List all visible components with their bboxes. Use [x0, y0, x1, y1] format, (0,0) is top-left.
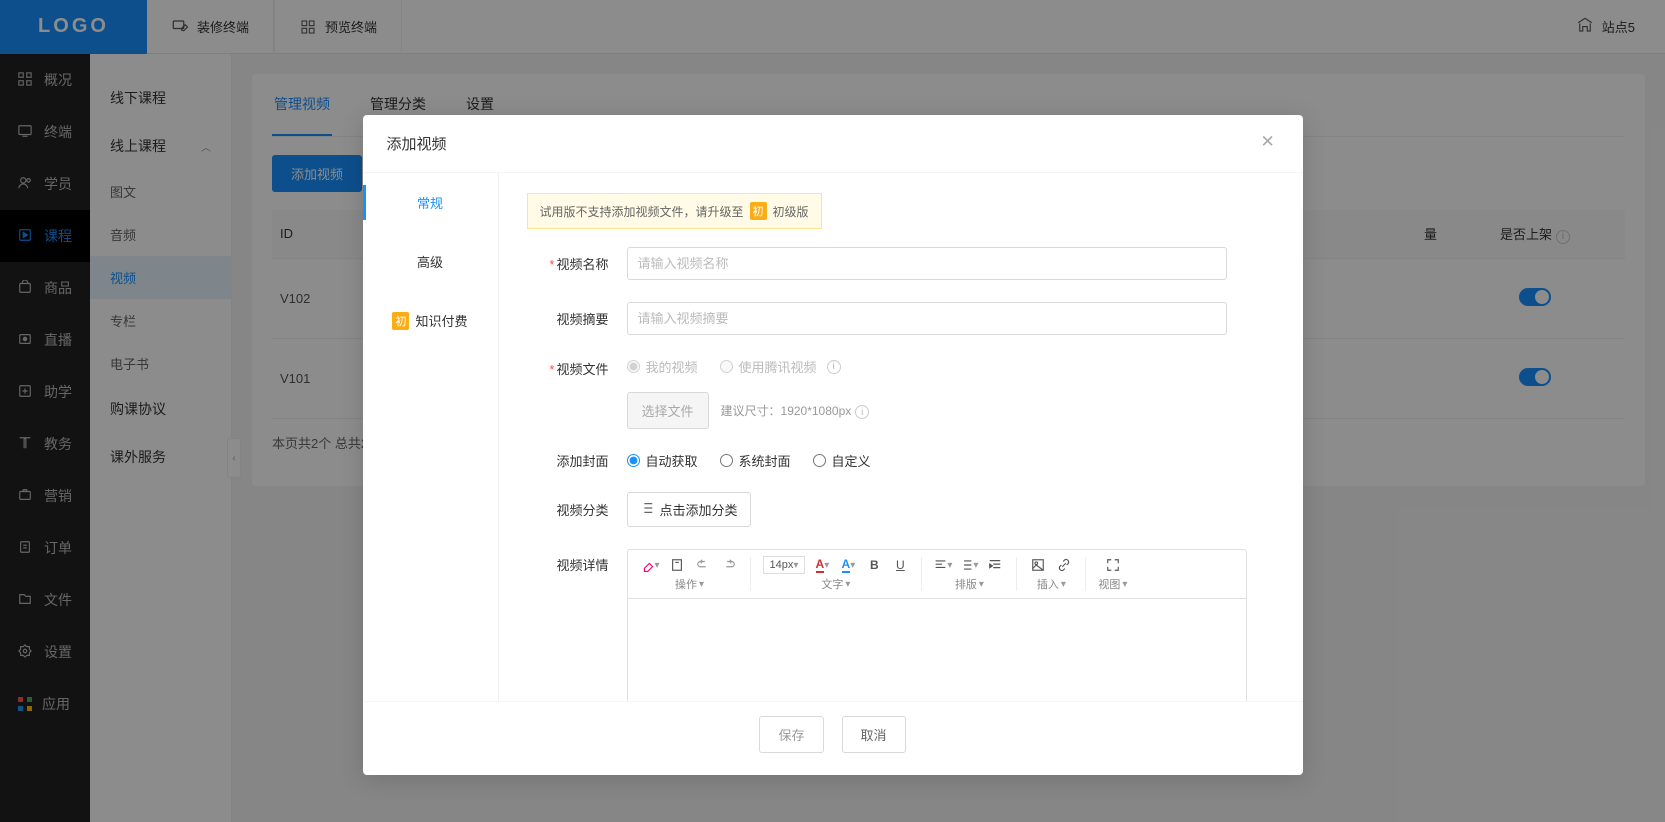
label-video-summary: 视频摘要: [527, 309, 627, 328]
paid-badge: 初: [392, 312, 409, 330]
text-color-icon[interactable]: A▾: [813, 556, 831, 574]
row-video-name: *视频名称: [527, 247, 1275, 280]
image-icon[interactable]: [1029, 556, 1047, 574]
row-cover: 添加封面 自动获取 系统封面 自定义: [527, 451, 1275, 470]
fullscreen-icon[interactable]: [1104, 556, 1122, 574]
modal-vertical-tabs: 常规 高级 初知识付费: [363, 173, 499, 701]
vtab-paid-label: 知识付费: [415, 311, 467, 330]
underline-icon[interactable]: U: [891, 556, 909, 574]
alert-badge: 初: [750, 202, 767, 220]
vtab-paid[interactable]: 初知识付费: [363, 291, 498, 350]
radio-cover-system[interactable]: 系统封面: [720, 451, 791, 470]
select-file-button[interactable]: 选择文件: [627, 392, 709, 429]
editor-group-insert: 插入▾: [1037, 576, 1066, 592]
editor-content[interactable]: [627, 599, 1247, 701]
upgrade-alert: 试用版不支持添加视频文件，请升级至 初 初级版: [527, 193, 822, 229]
toolbar-divider: [921, 557, 922, 591]
label-detail: 视频详情: [527, 549, 627, 574]
file-size-hint: 建议尺寸：1920*1080pxi: [721, 402, 870, 420]
alert-post: 初级版: [773, 203, 809, 220]
modal-overlay: 添加视频 ✕ 常规 高级 初知识付费 试用版不支持添加视频文件，请升级至 初 初…: [0, 0, 1665, 822]
fontsize-selector[interactable]: 14px ▾: [763, 556, 806, 574]
modal-header: 添加视频 ✕: [363, 115, 1303, 172]
cancel-button[interactable]: 取消: [842, 716, 906, 753]
video-name-input[interactable]: [627, 247, 1227, 280]
row-video-summary: 视频摘要: [527, 302, 1275, 335]
info-icon: i: [827, 360, 841, 374]
radio-cover-auto[interactable]: 自动获取: [627, 451, 698, 470]
toolbar-divider: [1016, 557, 1017, 591]
toolbar-divider: [1085, 557, 1086, 591]
row-category: 视频分类 点击添加分类: [527, 492, 1275, 527]
label-video-name: *视频名称: [527, 254, 627, 273]
add-video-modal: 添加视频 ✕ 常规 高级 初知识付费 试用版不支持添加视频文件，请升级至 初 初…: [363, 115, 1303, 775]
indent-icon[interactable]: [986, 556, 1004, 574]
modal-form: 试用版不支持添加视频文件，请升级至 初 初级版 *视频名称 视频摘要 *视频文件: [499, 173, 1303, 701]
label-category: 视频分类: [527, 500, 627, 519]
vtab-advanced[interactable]: 高级: [363, 232, 498, 291]
add-category-button[interactable]: 点击添加分类: [627, 492, 751, 527]
video-summary-input[interactable]: [627, 302, 1227, 335]
radio-my-video[interactable]: 我的视频: [627, 357, 698, 376]
close-icon[interactable]: ✕: [1261, 135, 1279, 153]
list-ordered-icon[interactable]: ▾: [960, 556, 978, 574]
list-icon: [640, 501, 654, 518]
undo-icon[interactable]: [694, 556, 712, 574]
radio-tencent-video[interactable]: 使用腾讯视频i: [720, 357, 841, 376]
vtab-basic[interactable]: 常规: [363, 173, 498, 232]
save-button[interactable]: 保存: [759, 716, 823, 753]
row-video-file: *视频文件 我的视频 使用腾讯视频i 选择文件 建议尺寸：1920*1080px…: [527, 357, 1275, 429]
align-icon[interactable]: ▾: [934, 556, 952, 574]
editor-group-view: 视图▾: [1098, 576, 1127, 592]
toolbar-divider: [750, 557, 751, 591]
info-icon: i: [855, 405, 869, 419]
highlight-icon[interactable]: A▾: [839, 556, 857, 574]
editor-toolbar: ▾ 操作▾ 14px ▾: [627, 549, 1247, 599]
editor-group-op: 操作▾: [675, 576, 704, 592]
eraser-icon[interactable]: ▾: [642, 556, 660, 574]
modal-footer: 保存 取消: [363, 701, 1303, 775]
label-cover: 添加封面: [527, 451, 627, 470]
add-category-label: 点击添加分类: [660, 500, 738, 519]
modal-title: 添加视频: [387, 133, 447, 154]
editor-group-layout: 排版▾: [955, 576, 984, 592]
label-video-file: *视频文件: [527, 357, 627, 378]
editor-group-text: 文字▾: [821, 576, 850, 592]
row-detail: 视频详情 ▾ 操作▾: [527, 549, 1275, 701]
link-icon[interactable]: [1055, 556, 1073, 574]
alert-pre: 试用版不支持添加视频文件，请升级至: [540, 203, 744, 220]
radio-cover-custom[interactable]: 自定义: [813, 451, 871, 470]
redo-icon[interactable]: [720, 556, 738, 574]
paste-icon[interactable]: [668, 556, 686, 574]
modal-body: 常规 高级 初知识付费 试用版不支持添加视频文件，请升级至 初 初级版 *视频名…: [363, 172, 1303, 701]
bold-icon[interactable]: B: [865, 556, 883, 574]
